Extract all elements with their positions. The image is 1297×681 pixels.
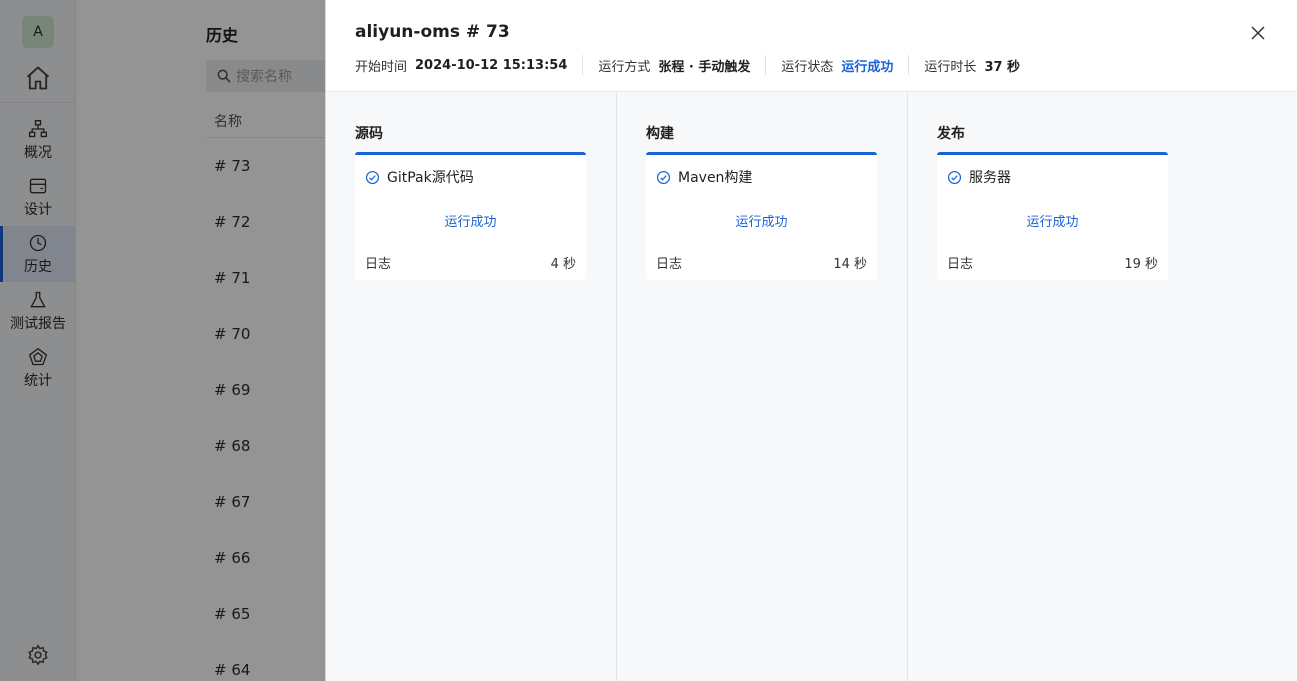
run-meta: 开始时间 2024-10-12 15:13:54 运行方式 张程 · 手动触发 …	[355, 55, 1020, 75]
task-header: 服务器	[947, 167, 1011, 187]
meta-divider	[908, 55, 910, 75]
task-card[interactable]: 服务器 运行成功 日志 19 秒	[937, 152, 1168, 280]
run-detail-drawer: aliyun-oms # 73 开始时间 2024-10-12 15:13:54…	[325, 0, 1297, 681]
check-circle-icon	[656, 170, 671, 184]
task-header: GitPak源代码	[365, 167, 474, 187]
stage-build: 构建 Maven构建 运行成功 日志 14 秒	[617, 92, 908, 681]
stage-source: 源码 GitPak源代码 运行成功 日志 4 秒	[326, 92, 617, 681]
task-header: Maven构建	[656, 167, 752, 187]
modal-overlay[interactable]	[0, 0, 325, 681]
task-duration: 19 秒	[1124, 257, 1158, 272]
task-footer: 日志 14 秒	[656, 253, 867, 272]
meta-divider	[582, 55, 584, 75]
task-duration: 4 秒	[550, 257, 576, 272]
pipeline-stages: 源码 GitPak源代码 运行成功 日志 4 秒 构建 Maven构建 运行成功…	[326, 92, 1297, 681]
task-footer: 日志 19 秒	[947, 253, 1158, 272]
task-card[interactable]: Maven构建 运行成功 日志 14 秒	[646, 152, 877, 280]
run-mode-value: 张程 · 手动触发	[658, 59, 751, 75]
start-time-label: 开始时间	[355, 59, 408, 75]
check-circle-icon	[365, 170, 380, 184]
task-status-link[interactable]: 运行成功	[646, 211, 877, 230]
task-footer: 日志 4 秒	[365, 253, 576, 272]
run-mode-label: 运行方式	[598, 59, 651, 75]
run-status-value: 运行成功	[841, 59, 894, 75]
stage-title: 构建	[646, 126, 674, 142]
meta-divider	[765, 55, 767, 75]
stage-title: 发布	[937, 126, 965, 142]
task-card[interactable]: GitPak源代码 运行成功 日志 4 秒	[355, 152, 586, 280]
stage-deploy: 发布 服务器 运行成功 日志 19 秒	[908, 92, 1297, 681]
task-name: 服务器	[969, 170, 1011, 186]
log-link[interactable]: 日志	[656, 253, 682, 272]
task-name: GitPak源代码	[387, 170, 474, 186]
drawer-title: aliyun-oms # 73	[355, 22, 510, 42]
close-icon[interactable]	[1249, 24, 1267, 42]
log-link[interactable]: 日志	[947, 253, 973, 272]
log-link[interactable]: 日志	[365, 253, 391, 272]
check-circle-icon	[947, 170, 962, 184]
start-time-value: 2024-10-12 15:13:54	[415, 57, 568, 73]
stage-title: 源码	[355, 126, 383, 142]
run-duration-label: 运行时长	[924, 59, 977, 75]
task-duration: 14 秒	[833, 257, 867, 272]
run-duration-value: 37 秒	[984, 59, 1021, 75]
task-name: Maven构建	[678, 170, 753, 186]
task-status-link[interactable]: 运行成功	[937, 211, 1168, 230]
run-status-label: 运行状态	[781, 59, 834, 75]
drawer-header: aliyun-oms # 73 开始时间 2024-10-12 15:13:54…	[326, 0, 1297, 92]
task-status-link[interactable]: 运行成功	[355, 211, 586, 230]
